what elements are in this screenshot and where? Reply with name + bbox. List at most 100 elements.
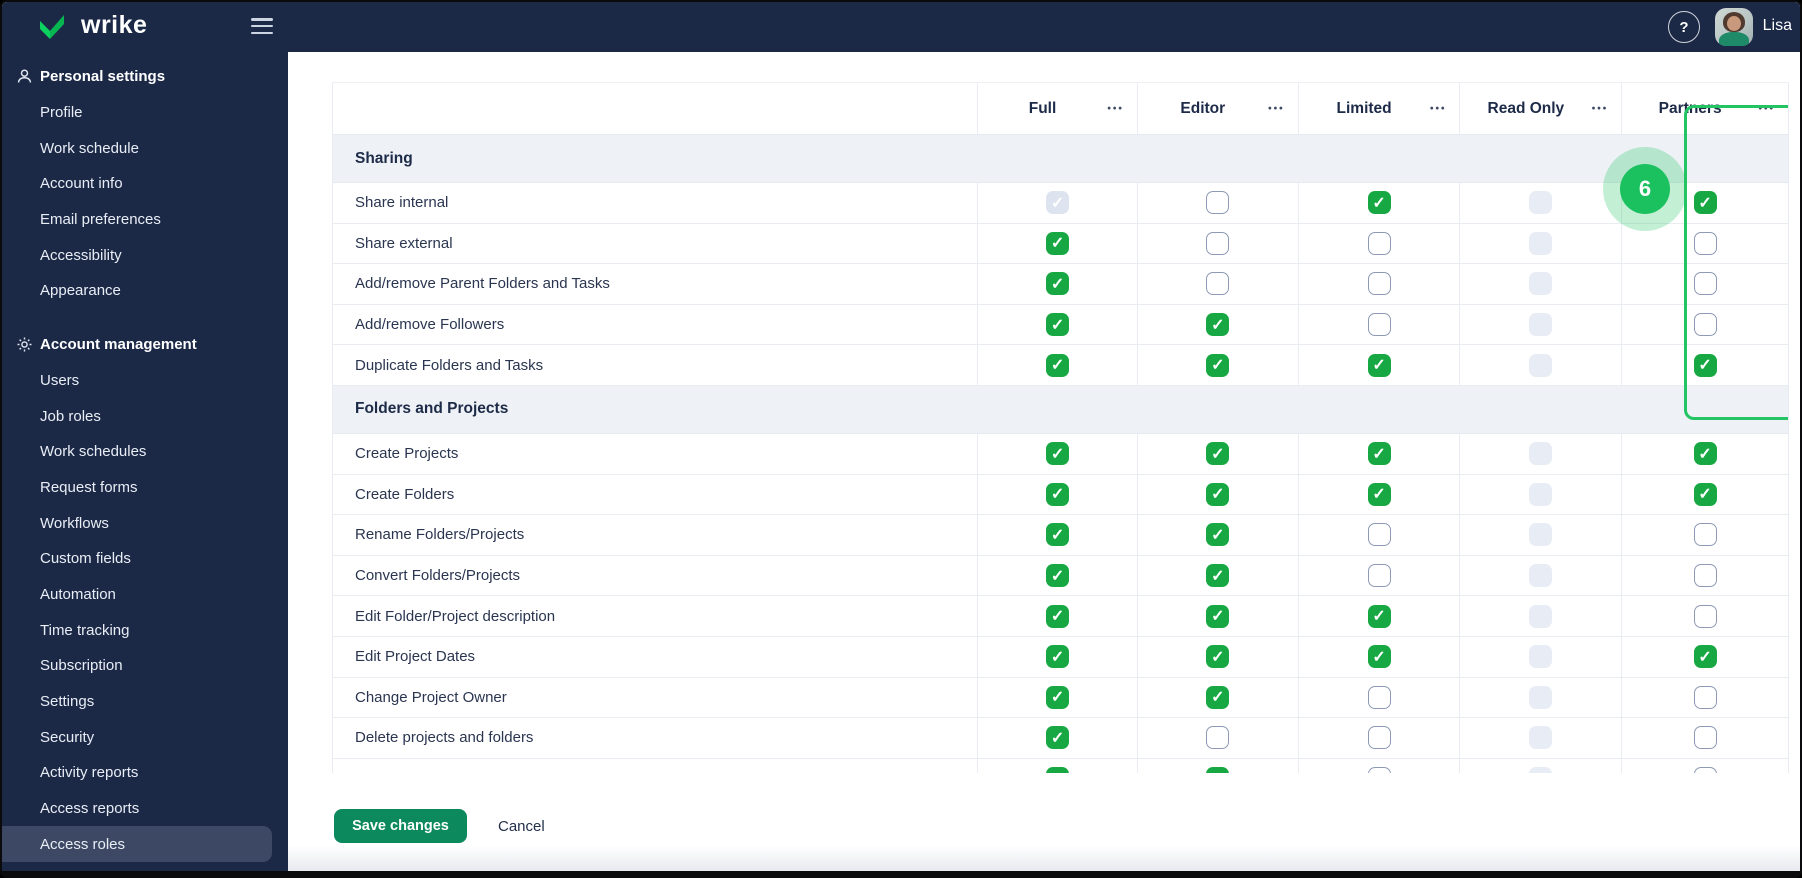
sidebar-item-job-roles[interactable]: Job roles	[2, 398, 288, 434]
sidebar-section-personal-settings[interactable]: Personal settings	[2, 59, 288, 95]
column-header-full[interactable]: Full •••	[977, 83, 1137, 134]
checkbox-editor[interactable]	[1206, 523, 1230, 547]
checkbox-full[interactable]	[1046, 442, 1070, 466]
checkbox-limited[interactable]	[1367, 231, 1391, 255]
checkbox-full[interactable]	[1046, 604, 1070, 628]
sidebar-item-accessibility[interactable]: Accessibility	[2, 237, 288, 273]
checkbox-editor[interactable]	[1206, 272, 1230, 296]
checkbox-limited[interactable]	[1367, 313, 1391, 337]
sidebar-item-access-roles[interactable]: Access roles	[2, 826, 272, 863]
checkbox-limited[interactable]	[1367, 523, 1391, 547]
checkbox-partners[interactable]	[1693, 191, 1717, 215]
checkbox-limited[interactable]	[1367, 564, 1391, 588]
column-menu-icon[interactable]: •••	[1430, 103, 1447, 114]
checkbox-editor[interactable]	[1206, 645, 1230, 669]
sidebar-item-user-types[interactable]: User types	[2, 862, 288, 871]
checkbox-full[interactable]	[1046, 685, 1070, 709]
checkbox-limited[interactable]	[1367, 442, 1391, 466]
checkbox-full[interactable]	[1046, 231, 1070, 255]
cancel-button[interactable]: Cancel	[486, 809, 557, 843]
checkbox-partners[interactable]	[1693, 685, 1717, 709]
sidebar-item-activity-reports[interactable]: Activity reports	[2, 755, 288, 791]
checkbox-limited[interactable]	[1367, 645, 1391, 669]
checkbox-editor	[1206, 767, 1230, 773]
checkbox-limited[interactable]	[1367, 604, 1391, 628]
checkbox-partners[interactable]	[1693, 353, 1717, 377]
checkbox-partners[interactable]	[1693, 604, 1717, 628]
checkbox-limited[interactable]	[1367, 685, 1391, 709]
checkbox-full[interactable]	[1046, 272, 1070, 296]
checkbox-partners[interactable]	[1693, 442, 1717, 466]
permission-label: Share external	[355, 234, 453, 252]
checkbox-limited[interactable]	[1367, 272, 1391, 296]
sidebar-item-account-info[interactable]: Account info	[2, 166, 288, 202]
checkbox-editor[interactable]	[1206, 482, 1230, 506]
permission-label: Add/remove Followers	[355, 316, 505, 334]
checkbox-full[interactable]	[1046, 353, 1070, 377]
user-name: Lisa	[1762, 17, 1792, 34]
checkbox-editor[interactable]	[1206, 685, 1230, 709]
sidebar-item-custom-fields[interactable]: Custom fields	[2, 541, 288, 577]
checkbox-editor[interactable]	[1206, 191, 1230, 215]
checkbox-full[interactable]	[1046, 564, 1070, 588]
checkbox-partners[interactable]	[1693, 564, 1717, 588]
checkbox-full[interactable]	[1046, 523, 1070, 547]
wrike-logo[interactable]: wrike	[38, 11, 147, 40]
checkbox-limited[interactable]	[1367, 726, 1391, 750]
top-bar: wrike ? Lisa	[2, 2, 1800, 52]
checkbox-read-only	[1529, 191, 1553, 215]
column-header-limited[interactable]: Limited •••	[1297, 83, 1460, 134]
checkbox-full[interactable]	[1046, 726, 1070, 750]
sidebar-item-automation[interactable]: Automation	[2, 577, 288, 613]
checkbox-partners[interactable]	[1693, 272, 1717, 296]
sidebar-item-email-preferences[interactable]: Email preferences	[2, 202, 288, 238]
checkbox-full[interactable]	[1046, 645, 1070, 669]
column-menu-icon[interactable]: •••	[1759, 103, 1776, 114]
column-menu-icon[interactable]: •••	[1268, 103, 1285, 114]
sidebar-section-account-management[interactable]: Account management	[2, 327, 288, 363]
sidebar-item-users[interactable]: Users	[2, 363, 288, 399]
checkbox-limited[interactable]	[1367, 191, 1391, 215]
sidebar-item-work-schedule[interactable]: Work schedule	[2, 130, 288, 166]
sidebar-item-settings[interactable]: Settings	[2, 684, 288, 720]
checkbox-editor[interactable]	[1206, 231, 1230, 255]
checkbox-partners[interactable]	[1693, 313, 1717, 337]
checkbox-editor[interactable]	[1206, 726, 1230, 750]
sidebar-item-subscription[interactable]: Subscription	[2, 648, 288, 684]
checkbox-editor[interactable]	[1206, 564, 1230, 588]
permission-row: Rename Folders/Projects	[333, 515, 1788, 556]
checkbox-full[interactable]	[1046, 482, 1070, 506]
table-header-spacer	[333, 83, 977, 134]
checkbox-editor[interactable]	[1206, 353, 1230, 377]
sidebar-item-security[interactable]: Security	[2, 719, 288, 755]
sidebar-item-time-tracking[interactable]: Time tracking	[2, 612, 288, 648]
checkbox-read-only	[1529, 353, 1553, 377]
checkbox-editor[interactable]	[1206, 442, 1230, 466]
checkbox-partners[interactable]	[1693, 523, 1717, 547]
sidebar-item-request-forms[interactable]: Request forms	[2, 470, 288, 506]
column-menu-icon[interactable]: •••	[1107, 103, 1124, 114]
help-icon[interactable]: ?	[1668, 11, 1700, 43]
sidebar-item-access-reports[interactable]: Access reports	[2, 791, 288, 827]
column-header-read-only[interactable]: Read Only •••	[1459, 83, 1621, 134]
checkbox-partners[interactable]	[1693, 726, 1717, 750]
sidebar-item-profile[interactable]: Profile	[2, 95, 288, 131]
checkbox-full[interactable]	[1046, 313, 1070, 337]
column-header-editor[interactable]: Editor •••	[1136, 83, 1298, 134]
checkbox-limited	[1367, 767, 1391, 773]
sidebar-item-workflows[interactable]: Workflows	[2, 505, 288, 541]
checkbox-editor[interactable]	[1206, 604, 1230, 628]
hamburger-menu-icon[interactable]	[251, 18, 273, 35]
column-menu-icon[interactable]: •••	[1592, 103, 1609, 114]
sidebar-item-appearance[interactable]: Appearance	[2, 273, 288, 309]
checkbox-limited[interactable]	[1367, 482, 1391, 506]
sidebar-item-work-schedules[interactable]: Work schedules	[2, 434, 288, 470]
checkbox-editor[interactable]	[1206, 313, 1230, 337]
avatar[interactable]	[1715, 8, 1753, 46]
save-changes-button[interactable]: Save changes	[334, 809, 467, 843]
checkbox-partners[interactable]	[1693, 645, 1717, 669]
column-header-partners[interactable]: Partners •••	[1621, 83, 1788, 134]
checkbox-limited[interactable]	[1367, 353, 1391, 377]
checkbox-partners[interactable]	[1693, 231, 1717, 255]
checkbox-partners[interactable]	[1693, 482, 1717, 506]
